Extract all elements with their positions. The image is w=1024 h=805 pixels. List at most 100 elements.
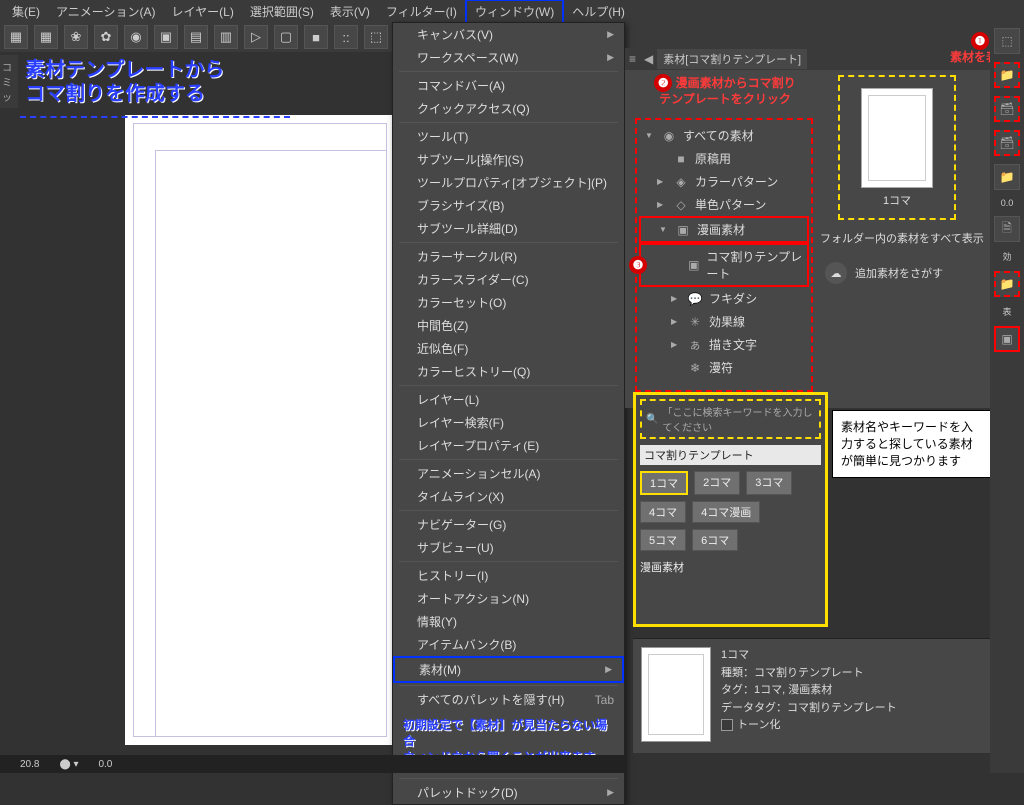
rail-button[interactable]: 📁 bbox=[994, 271, 1020, 297]
dropdown-item[interactable]: ナビゲーター(G) bbox=[393, 513, 624, 536]
tab-prev-icon[interactable]: ◀ bbox=[640, 52, 657, 66]
dropdown-item[interactable]: ヒストリー(I) bbox=[393, 564, 624, 587]
dropdown-item[interactable]: カラーサークル(R) bbox=[393, 245, 624, 268]
rail-button[interactable]: 📁 bbox=[994, 62, 1020, 88]
toolbar-button[interactable]: ❀ bbox=[64, 25, 88, 49]
tree-item[interactable]: ▼▣漫画素材 bbox=[639, 216, 809, 243]
tag-button[interactable]: 1コマ bbox=[640, 471, 688, 495]
toolbar-button[interactable]: ▤ bbox=[184, 25, 208, 49]
menu-item[interactable]: レイヤー(L) bbox=[164, 1, 242, 22]
detail-tone[interactable]: トーン化 bbox=[721, 717, 897, 735]
toolbar-button[interactable]: ◉ bbox=[124, 25, 148, 49]
dropdown-item[interactable]: 情報(Y) bbox=[393, 610, 624, 633]
toolbar-button[interactable]: ▷ bbox=[244, 25, 268, 49]
left-panel-tab[interactable]: コミッ bbox=[0, 55, 18, 108]
menu-separator bbox=[399, 778, 618, 779]
dropdown-item[interactable]: オートアクション(N) bbox=[393, 587, 624, 610]
menu-item[interactable]: 選択範囲(S) bbox=[242, 1, 322, 22]
dropdown-item[interactable]: コマンドバー(A) bbox=[393, 74, 624, 97]
dropdown-item[interactable]: パレットドック(D)▶ bbox=[393, 781, 624, 804]
toolbar-button[interactable]: ▦ bbox=[34, 25, 58, 49]
dropdown-item[interactable]: ブラシサイズ(B) bbox=[393, 194, 624, 217]
toolbar-button[interactable]: ▥ bbox=[214, 25, 238, 49]
rail-button[interactable]: 🗎 bbox=[994, 216, 1020, 242]
tree-item[interactable]: ❸▣コマ割りテンプレート bbox=[639, 243, 809, 287]
menu-item[interactable]: ヘルプ(H) bbox=[564, 1, 633, 22]
tree-item[interactable]: ❄漫符 bbox=[639, 356, 809, 379]
dropdown-item[interactable]: 中間色(Z) bbox=[393, 314, 624, 337]
menu-item[interactable]: フィルター(I) bbox=[378, 1, 465, 22]
tree-item[interactable]: ▶◇単色パターン bbox=[639, 193, 809, 216]
rail-button[interactable]: ▣ bbox=[994, 326, 1020, 352]
zoom-value: 20.8 bbox=[20, 759, 39, 770]
detail-info: 1コマ 種類：コマ割りテンプレート タグ：1コマ, 漫画素材 データタグ：コマ割… bbox=[721, 647, 897, 745]
pos-value: 0.0 bbox=[98, 759, 112, 770]
dropdown-item[interactable]: サブツール[操作](S) bbox=[393, 148, 624, 171]
rail-button[interactable]: 🗃 bbox=[994, 130, 1020, 156]
window-menu-dropdown: キャンバス(V)▶ワークスペース(W)▶ コマンドバー(A)クイックアクセス(Q)… bbox=[392, 22, 625, 805]
status-icon: ⬤ ▾ bbox=[59, 759, 78, 770]
dropdown-item[interactable]: すべてのパレットを隠す(H)Tab bbox=[393, 688, 624, 711]
tab-menu-icon[interactable]: ≡ bbox=[625, 52, 640, 66]
tree-icon: ぁ bbox=[687, 336, 703, 353]
dropdown-item[interactable]: ツール(T) bbox=[393, 125, 624, 148]
annotation-divider bbox=[20, 116, 290, 118]
search-input[interactable]: 🔍 「ここに検索キーワードを入力してください bbox=[640, 399, 821, 439]
menu-item[interactable]: ウィンドウ(W) bbox=[465, 0, 564, 24]
tag-button[interactable]: 5コマ bbox=[640, 529, 686, 551]
rail-button[interactable]: 🗃 bbox=[994, 96, 1020, 122]
toolbar-button[interactable]: ▣ bbox=[154, 25, 178, 49]
tree-item[interactable]: ▶✳効果線 bbox=[639, 310, 809, 333]
dropdown-item[interactable]: アイテムバンク(B) bbox=[393, 633, 624, 656]
tree-item[interactable]: ▶💬フキダシ bbox=[639, 287, 809, 310]
dropdown-item[interactable]: レイヤー(L) bbox=[393, 388, 624, 411]
dropdown-item[interactable]: 近似色(F) bbox=[393, 337, 624, 360]
toolbar-button[interactable]: ⬚ bbox=[364, 25, 388, 49]
tree-label: 効果線 bbox=[709, 313, 745, 330]
tree-item[interactable]: ■原稿用 bbox=[639, 147, 809, 170]
dropdown-item[interactable]: カラーヒストリー(Q) bbox=[393, 360, 624, 383]
dropdown-item[interactable]: アニメーションセル(A) bbox=[393, 462, 624, 485]
dropdown-item[interactable]: タイムライン(X) bbox=[393, 485, 624, 508]
dropdown-item[interactable]: カラースライダー(C) bbox=[393, 268, 624, 291]
tree-item[interactable]: ▼◉すべての素材 bbox=[639, 124, 809, 147]
tag-button[interactable]: 4コマ bbox=[640, 501, 686, 523]
rail-button[interactable]: 📁 bbox=[994, 164, 1020, 190]
dropdown-item[interactable]: ツールプロパティ[オブジェクト](P) bbox=[393, 171, 624, 194]
tag-button[interactable]: 2コマ bbox=[694, 471, 740, 495]
find-extra-material[interactable]: ☁ 追加素材をさがす bbox=[825, 262, 943, 284]
tone-checkbox[interactable] bbox=[721, 719, 733, 731]
menu-separator bbox=[399, 561, 618, 562]
toolbar-button[interactable]: ✿ bbox=[94, 25, 118, 49]
dropdown-item[interactable]: 素材(M)▶ bbox=[393, 656, 624, 683]
dropdown-item[interactable]: サブツール詳細(D) bbox=[393, 217, 624, 240]
dropdown-item[interactable]: クイックアクセス(Q) bbox=[393, 97, 624, 120]
tree-arrow-icon: ▶ bbox=[671, 340, 681, 349]
dropdown-item[interactable]: レイヤープロパティ(E) bbox=[393, 434, 624, 457]
toolbar-button[interactable]: ▦ bbox=[4, 25, 28, 49]
dropdown-item[interactable]: サブビュー(U) bbox=[393, 536, 624, 559]
search-panel: 🔍 「ここに検索キーワードを入力してください コマ割りテンプレート 1コマ2コマ… bbox=[633, 392, 828, 627]
plain-tag[interactable]: 漫画素材 bbox=[640, 559, 821, 575]
material-thumbnail[interactable] bbox=[861, 88, 933, 188]
toolbar-button[interactable]: ■ bbox=[304, 25, 328, 49]
tree-label: フキダシ bbox=[709, 290, 757, 307]
thumbnail-label: 1コマ bbox=[883, 192, 911, 208]
toolbar-button[interactable]: :: bbox=[334, 25, 358, 49]
rail-button[interactable]: ⬚ bbox=[994, 28, 1020, 54]
tag-row-3: 5コマ 6コマ bbox=[640, 529, 821, 551]
menu-item[interactable]: アニメーション(A) bbox=[48, 1, 164, 22]
tree-item[interactable]: ▶◈カラーパターン bbox=[639, 170, 809, 193]
tag-button[interactable]: 4コマ漫画 bbox=[692, 501, 760, 523]
material-tab[interactable]: 素材[コマ割りテンプレート] bbox=[657, 49, 807, 69]
menu-item[interactable]: 表示(V) bbox=[322, 1, 378, 22]
tree-item[interactable]: ▶ぁ描き文字 bbox=[639, 333, 809, 356]
menu-item[interactable]: 集(E) bbox=[4, 1, 48, 22]
toolbar-button[interactable]: ▢ bbox=[274, 25, 298, 49]
dropdown-item[interactable]: レイヤー検索(F) bbox=[393, 411, 624, 434]
tag-button[interactable]: 6コマ bbox=[692, 529, 738, 551]
tag-button[interactable]: 3コマ bbox=[746, 471, 792, 495]
dropdown-item[interactable]: カラーセット(O) bbox=[393, 291, 624, 314]
dropdown-item[interactable]: ワークスペース(W)▶ bbox=[393, 46, 624, 69]
dropdown-item[interactable]: キャンバス(V)▶ bbox=[393, 23, 624, 46]
